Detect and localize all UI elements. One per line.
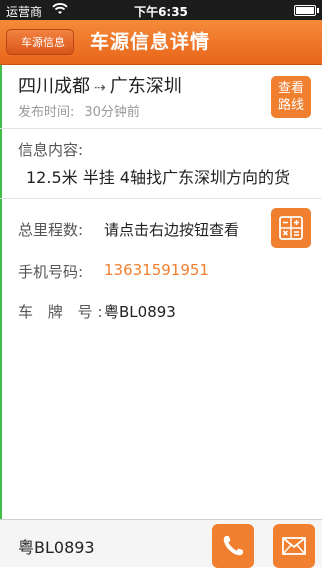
route-origin: 四川成都 (18, 76, 90, 97)
view-route-button[interactable]: 查看 路线 (271, 76, 311, 118)
battery-icon (294, 5, 319, 16)
divider (0, 198, 322, 199)
phone-label: 手机号码: (18, 263, 84, 281)
route-text: 四川成都 ⇢ 广东深圳 (18, 72, 182, 98)
mileage-label: 总里程数: (18, 221, 84, 239)
mail-icon (282, 537, 306, 555)
phone-icon (223, 536, 243, 556)
mileage-value: 请点击右边按钮查看 (104, 221, 240, 239)
publish-time: 发布时间: 30分钟前 (18, 101, 140, 120)
page-title: 车源信息详情 (90, 31, 211, 53)
phone-number-link[interactable]: 13631591951 (104, 261, 209, 279)
call-button[interactable] (212, 524, 254, 568)
view-route-label-line2: 路线 (277, 98, 304, 113)
divider (0, 128, 322, 129)
bottom-action-bar: 粤BL0893 (0, 519, 322, 568)
calculator-icon (279, 216, 303, 240)
plate-label: 车 牌 号: (18, 303, 108, 321)
back-button[interactable]: 车源信息 (6, 29, 74, 55)
view-route-label-line1: 查看 (277, 81, 304, 96)
bottom-plate-number: 粤BL0893 (18, 538, 95, 557)
mileage-calculator-button[interactable] (271, 208, 311, 248)
route-arrow-icon: ⇢ (94, 80, 106, 96)
route-destination: 广东深圳 (109, 76, 182, 97)
left-edge-strip (0, 0, 2, 566)
navigation-bar: 车源信息 车源信息详情 (0, 20, 322, 65)
status-bar: 运营商 下午6:35 (0, 0, 322, 20)
message-button[interactable] (273, 524, 315, 568)
status-time: 下午6:35 (134, 5, 188, 19)
publish-time-value: 30分钟前 (84, 105, 140, 120)
plate-value: 粤BL0893 (104, 303, 176, 321)
info-content-text: 12.5米 半挂 4轴找广东深圳方向的货 (26, 168, 290, 187)
info-content-label: 信息内容: (18, 141, 84, 159)
publish-time-label: 发布时间: (18, 105, 75, 120)
